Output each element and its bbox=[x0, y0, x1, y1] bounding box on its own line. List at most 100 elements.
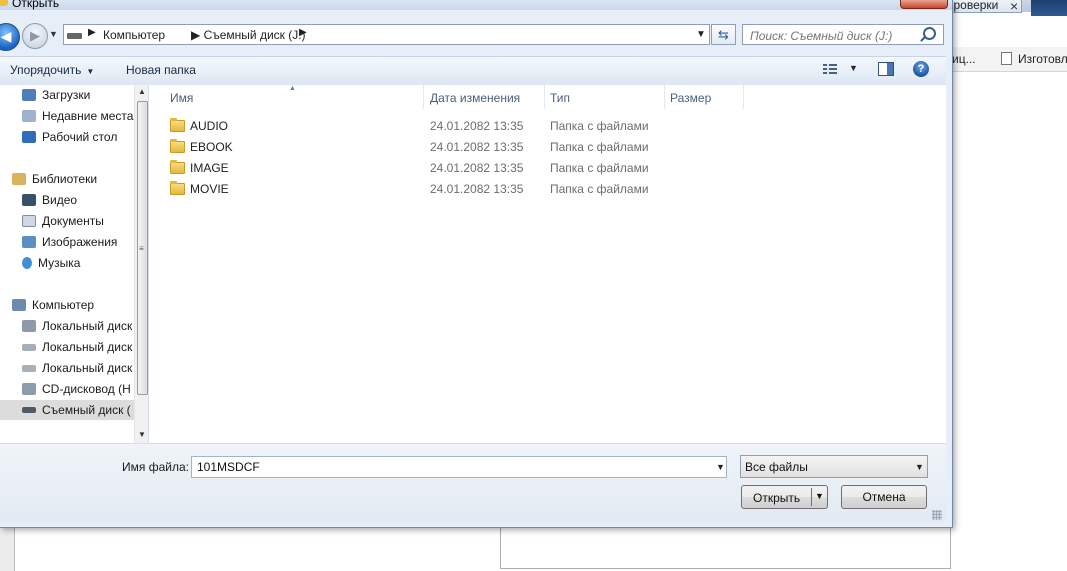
filetype-select[interactable]: Все файлы ▼ bbox=[740, 455, 928, 478]
nav-item-local-disk-d[interactable]: Локальный диск bbox=[22, 337, 132, 357]
filetype-value: Все файлы bbox=[745, 460, 808, 474]
filename-label: Имя файла: bbox=[122, 460, 189, 474]
split-divider bbox=[811, 488, 812, 506]
recent-pages-dropdown[interactable]: ▼ bbox=[49, 29, 58, 39]
command-toolbar: Упорядочить ▼ Новая папка ▼ ? bbox=[0, 56, 946, 86]
folder-icon bbox=[170, 118, 185, 132]
preview-pane-icon[interactable] bbox=[878, 62, 894, 76]
nav-item-label: CD-дисковод (H bbox=[42, 382, 131, 396]
nav-item-label: Библиотеки bbox=[32, 172, 98, 186]
scroll-up-icon[interactable]: ▲ bbox=[138, 87, 146, 96]
column-header-type[interactable]: Тип bbox=[550, 91, 570, 105]
desktop-icon bbox=[22, 131, 36, 143]
nav-item-pictures[interactable]: Изображения bbox=[22, 232, 117, 252]
open-options-dropdown-icon[interactable]: ▼ bbox=[815, 491, 824, 501]
nav-item-removable-disk[interactable]: Съемный диск ( bbox=[0, 400, 134, 420]
view-dropdown-icon[interactable]: ▼ bbox=[849, 63, 858, 73]
nav-item-libraries[interactable]: Библиотеки bbox=[12, 169, 97, 189]
nav-item-label: Видео bbox=[42, 193, 78, 207]
nav-item-desktop[interactable]: Рабочий стол bbox=[22, 127, 117, 147]
pictures-icon bbox=[22, 236, 36, 248]
background-tab-close-icon[interactable]: × bbox=[1010, 0, 1018, 14]
breadcrumb-separator-icon: ▶ bbox=[191, 28, 204, 42]
column-header-size[interactable]: Размер bbox=[670, 91, 711, 105]
nav-item-local-disk-e[interactable]: Локальный диск bbox=[22, 358, 132, 378]
background-bookmark-1[interactable]: иц... bbox=[952, 52, 976, 66]
cd-drive-icon bbox=[22, 383, 36, 395]
file-date: 24.01.2082 13:35 bbox=[430, 119, 524, 133]
breadcrumb-removable-disk[interactable]: ▶ Съемный диск (J:) bbox=[191, 28, 306, 42]
help-icon[interactable]: ? bbox=[913, 61, 929, 77]
column-headers: ▲ Имя Дата изменения Тип Размер bbox=[149, 85, 946, 110]
refresh-icon: ⇆ bbox=[718, 27, 729, 42]
nav-item-recent-places[interactable]: Недавние места bbox=[22, 106, 133, 126]
new-folder-button[interactable]: Новая папка bbox=[126, 63, 196, 77]
open-button[interactable]: Открыть ▼ bbox=[741, 485, 828, 509]
column-header-date[interactable]: Дата изменения bbox=[430, 91, 520, 105]
file-row-image[interactable]: IMAGE 24.01.2082 13:35 Папка с файлами bbox=[162, 158, 682, 179]
breadcrumb-removable-disk-label: Съемный диск (J:) bbox=[203, 28, 306, 42]
recent-places-icon bbox=[22, 110, 36, 122]
arrow-left-icon: ◀ bbox=[0, 28, 12, 44]
local-disk-icon bbox=[22, 320, 36, 332]
nav-item-label: Изображения bbox=[42, 235, 118, 249]
file-type: Папка с файлами bbox=[550, 140, 649, 154]
column-header-name[interactable]: Имя bbox=[170, 91, 193, 105]
nav-item-label: Съемный диск ( bbox=[42, 403, 131, 417]
nav-item-cd-drive[interactable]: CD-дисковод (H bbox=[22, 379, 131, 399]
chevron-down-icon[interactable]: ▼ bbox=[716, 462, 725, 472]
breadcrumb-separator-icon[interactable]: ▶ bbox=[299, 27, 307, 38]
nav-item-computer[interactable]: Компьютер bbox=[12, 295, 94, 315]
address-bar[interactable]: ▶ Компьютер ▶ Съемный диск (J:) ▶ ▼ bbox=[63, 24, 710, 45]
scroll-down-icon[interactable]: ▼ bbox=[138, 430, 146, 439]
file-name: AUDIO bbox=[190, 119, 229, 133]
background-bookmark-2[interactable]: Изготовл bbox=[1001, 52, 1067, 66]
removable-disk-icon bbox=[22, 407, 36, 413]
resize-grip-icon[interactable] bbox=[932, 510, 942, 520]
search-box[interactable] bbox=[742, 24, 944, 46]
nav-item-documents[interactable]: Документы bbox=[22, 211, 104, 231]
file-list: ▲ Имя Дата изменения Тип Размер AUDIO 24… bbox=[149, 85, 946, 443]
nav-item-label: Компьютер bbox=[32, 298, 95, 312]
local-disk-icon bbox=[22, 344, 36, 351]
organize-button[interactable]: Упорядочить ▼ bbox=[10, 63, 94, 77]
background-tab-label: проверки bbox=[947, 0, 999, 12]
breadcrumb-separator-icon[interactable]: ▶ bbox=[88, 27, 96, 38]
refresh-button[interactable]: ⇆ bbox=[711, 24, 736, 45]
nav-item-local-disk-c[interactable]: Локальный диск bbox=[22, 316, 132, 336]
nav-item-label: Локальный диск bbox=[42, 361, 133, 375]
arrow-right-icon: ▶ bbox=[30, 28, 40, 43]
libraries-icon bbox=[12, 173, 26, 185]
dialog-titlebar: Открыть bbox=[0, 0, 952, 10]
close-button[interactable] bbox=[900, 0, 948, 9]
nav-scrollbar[interactable]: ▲ ≡ ▼ bbox=[134, 85, 148, 443]
search-icon[interactable] bbox=[923, 27, 936, 40]
column-divider[interactable] bbox=[743, 85, 744, 109]
column-divider[interactable] bbox=[423, 85, 424, 109]
file-row-audio[interactable]: AUDIO 24.01.2082 13:35 Папка с файлами bbox=[162, 116, 682, 137]
file-name: IMAGE bbox=[190, 161, 229, 175]
file-type: Папка с файлами bbox=[550, 182, 649, 196]
view-details-icon[interactable] bbox=[823, 64, 837, 75]
background-bookmark-2-label: Изготовл bbox=[1018, 52, 1067, 66]
nav-scroll-thumb[interactable]: ≡ bbox=[137, 101, 148, 395]
nav-item-music[interactable]: Музыка bbox=[22, 253, 80, 273]
cancel-button[interactable]: Отмена bbox=[841, 485, 927, 509]
nav-item-label: Документы bbox=[42, 214, 104, 228]
nav-item-downloads[interactable]: Загрузки bbox=[22, 85, 90, 105]
background-textarea[interactable] bbox=[500, 521, 951, 569]
file-row-movie[interactable]: MOVIE 24.01.2082 13:35 Папка с файлами bbox=[162, 179, 682, 200]
breadcrumb-computer[interactable]: Компьютер bbox=[103, 28, 165, 42]
back-button[interactable]: ◀ bbox=[0, 23, 20, 51]
address-dropdown-icon[interactable]: ▼ bbox=[696, 29, 706, 40]
navigation-pane: Загрузки Недавние места Рабочий стол Биб… bbox=[0, 85, 149, 443]
forward-button[interactable]: ▶ bbox=[22, 23, 48, 49]
sort-ascending-icon: ▲ bbox=[289, 85, 296, 92]
search-input[interactable] bbox=[743, 25, 927, 46]
nav-item-video[interactable]: Видео bbox=[22, 190, 77, 210]
folder-icon bbox=[170, 139, 185, 153]
filename-input[interactable]: 101MSDCF ▼ bbox=[191, 456, 727, 478]
file-row-ebook[interactable]: EBOOK 24.01.2082 13:35 Папка с файлами bbox=[162, 137, 682, 158]
column-divider[interactable] bbox=[544, 85, 545, 109]
column-divider[interactable] bbox=[664, 85, 665, 109]
